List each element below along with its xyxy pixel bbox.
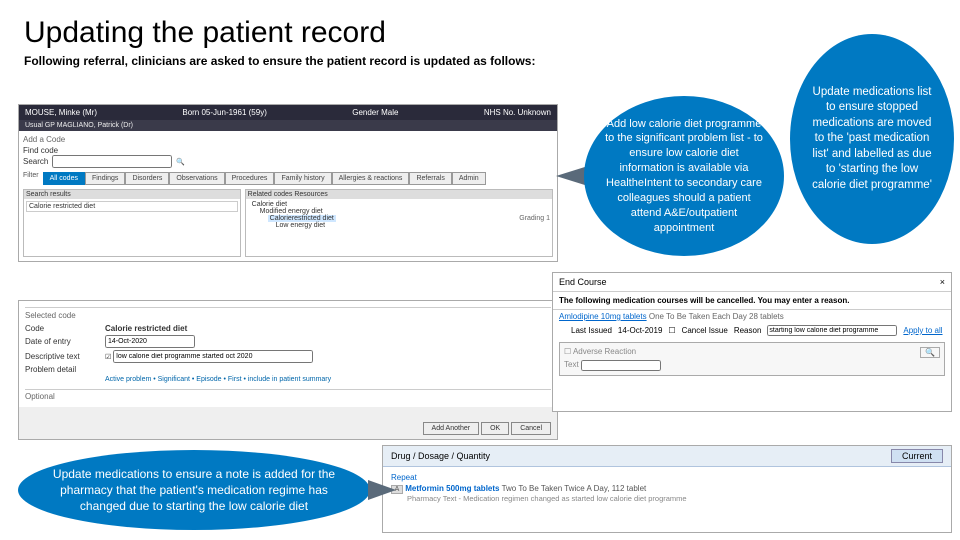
search-label: Search [23, 157, 48, 166]
related-item[interactable]: Calorie diet [252, 201, 550, 208]
tab-all-codes[interactable]: All codes [43, 172, 85, 185]
tab-admin[interactable]: Admin [452, 172, 486, 185]
code-search-input[interactable] [52, 155, 172, 168]
search-result-item[interactable]: Calorie restricted diet [26, 201, 238, 212]
callout-med-update: Update medications list to ensure stoppe… [790, 34, 954, 244]
callout-pharmacy-note: Update medications to ensure a note is a… [18, 450, 370, 530]
ehr-code-form-screenshot: Selected code CodeCalorie restricted die… [18, 300, 558, 440]
drug-header: Drug / Dosage / Quantity [391, 451, 490, 461]
medication-direction: One To Be Taken Each Day 28 tablets [649, 312, 784, 321]
tab-family[interactable]: Family history [274, 172, 331, 185]
ehr-end-course-screenshot: End Course × The following medication co… [552, 272, 952, 412]
description-input[interactable] [113, 350, 313, 363]
arrow-icon [368, 480, 396, 500]
related-item[interactable]: Modified energy diet [252, 208, 550, 215]
reason-input[interactable] [767, 325, 897, 336]
callout-problem-list: Add low calorie diet programme to the si… [584, 96, 784, 256]
problem-flags: Active problem • Significant • Episode •… [25, 376, 551, 383]
code-value: Calorie restricted diet [105, 324, 551, 333]
add-another-button[interactable]: Add Another [423, 422, 480, 435]
find-code-label: Find code [23, 146, 553, 155]
cancel-button[interactable]: Cancel [511, 422, 551, 435]
optional-section: Optional [25, 389, 551, 401]
tab-disorders[interactable]: Disorders [125, 172, 169, 185]
grading-label: Grading 1 [519, 215, 550, 222]
section-label: Add a Code [23, 135, 553, 144]
last-issued-value: 14-Oct-2019 [618, 326, 662, 335]
apply-all-link[interactable]: Apply to all [903, 326, 942, 335]
patient-nhs: NHS No. Unknown [484, 108, 551, 117]
dialog-title: End Course [559, 277, 607, 287]
selected-code-label: Selected code [25, 307, 551, 320]
related-item-selected[interactable]: Calorierestricted diet [268, 215, 336, 222]
patient-name: MOUSE, Minke (Mr) [25, 108, 97, 117]
cancel-banner: The following medication courses will be… [553, 292, 951, 310]
page-title: Updating the patient record [0, 0, 960, 54]
tab-allergies[interactable]: Allergies & reactions [332, 172, 410, 185]
tab-referrals[interactable]: Referrals [409, 172, 451, 185]
patient-banner: MOUSE, Minke (Mr) Born 05-Jun-1961 (59y)… [19, 105, 557, 120]
ok-button[interactable]: OK [481, 422, 509, 435]
current-tab[interactable]: Current [891, 449, 943, 463]
medication-dosage: Two To Be Taken Twice A Day, 112 tablet [502, 484, 647, 493]
tab-observations[interactable]: Observations [169, 172, 224, 185]
patient-gender: Gender Male [352, 108, 398, 117]
repeat-label: Repeat [391, 473, 943, 482]
related-codes-header: Related codes Resources [246, 190, 552, 199]
medication-name[interactable]: Metformin 500mg tablets [405, 484, 499, 493]
related-item[interactable]: Low energy diet [252, 222, 550, 229]
close-icon[interactable]: × [940, 277, 945, 287]
adverse-text-input[interactable] [581, 360, 661, 371]
date-input[interactable] [105, 335, 195, 348]
tab-procedures[interactable]: Procedures [225, 172, 275, 185]
patient-gp-row: Usual GP MAGLIANO, Patrick (Dr) [19, 120, 557, 131]
ehr-add-code-screenshot: MOUSE, Minke (Mr) Born 05-Jun-1961 (59y)… [18, 104, 558, 262]
pharmacy-text: Pharmacy Text - Medication regimen chang… [391, 494, 943, 503]
patient-dob: Born 05-Jun-1961 (59y) [182, 108, 267, 117]
tab-findings[interactable]: Findings [85, 172, 125, 185]
medication-link[interactable]: Amlodipine 10mg tablets [559, 312, 647, 321]
code-filter-tabs: Filter All codes Findings Disorders Obse… [23, 172, 553, 185]
search-results-header: Search results [24, 190, 240, 199]
adverse-checkbox-label[interactable]: Adverse Reaction [573, 347, 636, 356]
ehr-repeat-screenshot: Drug / Dosage / Quantity Current Repeat … [382, 445, 952, 533]
